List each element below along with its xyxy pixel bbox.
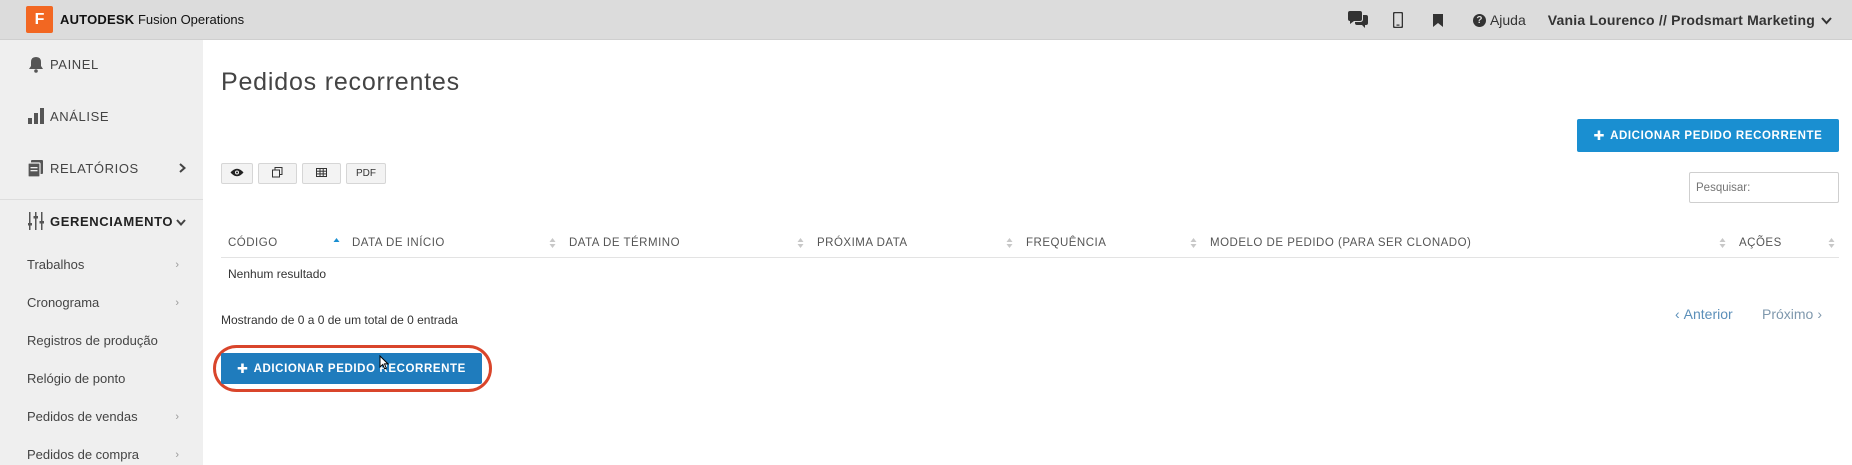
product-name: Fusion Operations (137, 12, 245, 27)
pdf-label: PDF (356, 168, 376, 179)
add-recurring-order-button-top[interactable]: ✚ ADICIONAR PEDIDO RECORRENTE (1577, 119, 1839, 152)
user-menu[interactable]: Vania Lourenco // Prodsmart Marketing (1548, 12, 1832, 28)
copy-icon (272, 166, 283, 181)
mobile-phone-icon[interactable] (1392, 12, 1403, 28)
chevron-down-icon (1821, 12, 1832, 28)
column-header-acoes[interactable]: AÇÕES (1739, 228, 1782, 258)
sidebar-subitem-label: Cronograma (27, 295, 100, 310)
sidebar-subitem-cronograma[interactable]: Cronograma › (27, 295, 179, 310)
user-label: Vania Lourenco // Prodsmart Marketing (1547, 12, 1815, 28)
sort-icon (1006, 238, 1013, 248)
sidebar-subitem-label: Registros de produção (27, 333, 158, 348)
brand-name: AUTODESK (60, 12, 135, 27)
bookmark-icon[interactable] (1432, 13, 1443, 27)
chevron-right-icon: › (175, 448, 179, 461)
logo-mark: F (26, 6, 53, 33)
column-header-data-termino[interactable]: DATA DE TÉRMINO (569, 228, 680, 258)
table-icon (316, 167, 327, 180)
chevron-right-icon (179, 161, 187, 176)
sidebar-subitem-label: Pedidos de compra (27, 447, 140, 462)
plus-icon: ✚ (1593, 127, 1606, 143)
sliders-icon (26, 211, 46, 231)
pagination-next-label: Próximo (1762, 306, 1814, 322)
question-icon: ? (1472, 13, 1486, 27)
table-info: Mostrando de 0 a 0 de um total de 0 entr… (221, 313, 458, 327)
chevron-right-icon: › (1817, 306, 1823, 322)
chat-icon[interactable] (1347, 11, 1369, 29)
sort-icon (797, 238, 804, 248)
empty-table-message: Nenhum resultado (228, 267, 327, 281)
column-header-data-inicio[interactable]: DATA DE INÍCIO (352, 228, 445, 258)
bell-icon (26, 54, 46, 74)
sidebar-item-relatorios[interactable]: RELATÓRIOS (26, 158, 187, 178)
pdf-export-button[interactable]: PDF (346, 163, 386, 184)
chevron-left-icon: ‹ (1675, 306, 1680, 322)
sidebar-divider (0, 199, 203, 200)
sort-icon (1828, 238, 1835, 248)
mouse-cursor-icon (379, 354, 390, 375)
column-header-proxima-data[interactable]: PRÓXIMA DATA (817, 228, 908, 258)
sidebar-item-label: PAINEL (50, 56, 99, 72)
column-header-codigo[interactable]: CÓDIGO (228, 228, 278, 258)
page-title: Pedidos recorrentes (221, 68, 460, 96)
reports-icon (26, 158, 46, 178)
add-recurring-order-button[interactable]: ✚ ADICIONAR PEDIDO RECORRENTE (221, 353, 482, 384)
sort-icon (549, 238, 556, 248)
table-header: CÓDIGO DATA DE INÍCIO DATA DE TÉRMINO PR… (221, 228, 1839, 258)
button-label: ADICIONAR PEDIDO RECORRENTE (253, 362, 466, 375)
sidebar-subitem-label: Relógio de ponto (27, 371, 126, 386)
search-input[interactable] (1689, 172, 1839, 203)
sidebar-item-painel[interactable]: PAINEL (26, 54, 186, 74)
sidebar-subitem-trabalhos[interactable]: Trabalhos › (27, 257, 179, 272)
sort-ascending-icon (333, 238, 340, 242)
sort-icon (1190, 238, 1197, 248)
copy-button[interactable] (258, 163, 297, 184)
sidebar-subitem-pedidos-vendas[interactable]: Pedidos de vendas › (27, 409, 179, 424)
sidebar-item-analise[interactable]: ANÁLISE (26, 106, 186, 126)
sidebar-subitem-relogio[interactable]: Relógio de ponto (27, 371, 179, 386)
sidebar-subitem-pedidos-compra[interactable]: Pedidos de compra › (27, 447, 179, 462)
column-visibility-button[interactable] (221, 163, 253, 184)
chevron-right-icon: › (175, 410, 179, 423)
pagination-previous[interactable]: ‹ Anterior (1675, 306, 1733, 322)
bar-chart-icon (26, 106, 46, 126)
sort-icon (1719, 238, 1726, 248)
sidebar-item-label: ANÁLISE (50, 108, 110, 124)
sidebar-item-label: GERENCIAMENTO (50, 213, 174, 229)
column-header-frequencia[interactable]: FREQUÊNCIA (1026, 228, 1106, 258)
button-label: ADICIONAR PEDIDO RECORRENTE (1610, 129, 1823, 142)
sidebar-item-gerenciamento[interactable]: GERENCIAMENTO (26, 211, 186, 231)
chevron-right-icon: › (175, 296, 179, 309)
help-label: Ajuda (1489, 12, 1526, 28)
column-header-modelo-pedido[interactable]: MODELO DE PEDIDO (PARA SER CLONADO) (1210, 228, 1471, 258)
top-bar: F AUTODESK Fusion Operations ? Ajuda Van… (0, 0, 1852, 40)
chevron-right-icon: › (175, 258, 179, 271)
plus-icon: ✚ (237, 360, 249, 376)
eye-icon (230, 168, 244, 180)
sidebar-subitem-registros[interactable]: Registros de produção (27, 333, 179, 348)
pagination-next[interactable]: Próximo › (1762, 306, 1822, 322)
sidebar-subitem-label: Pedidos de vendas (27, 409, 138, 424)
chevron-down-icon (176, 214, 186, 229)
app-logo[interactable]: F AUTODESK Fusion Operations (26, 0, 244, 40)
help-link[interactable]: ? Ajuda (1472, 12, 1526, 28)
pagination-previous-label: Anterior (1683, 306, 1733, 322)
sidebar: PAINEL ANÁLISE RELATÓRIOS GERENCIAMENTO … (0, 40, 203, 465)
sidebar-subitem-label: Trabalhos (27, 257, 85, 272)
excel-export-button[interactable] (302, 163, 341, 184)
sidebar-item-label: RELATÓRIOS (50, 160, 139, 176)
